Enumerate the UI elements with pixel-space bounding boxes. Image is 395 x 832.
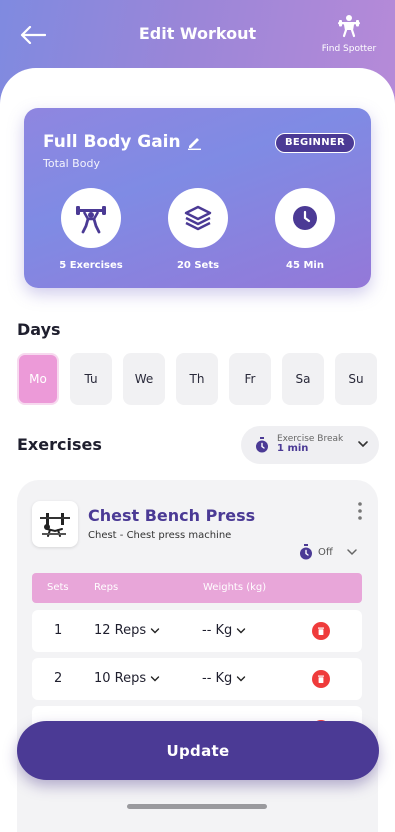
workout-title-row: Full Body Gain <box>43 132 202 152</box>
exercise-thumbnail <box>32 501 78 547</box>
exercise-equipment: Chest - Chest press machine <box>88 530 232 541</box>
weight-value: -- Kg <box>202 671 233 686</box>
chevron-down-icon <box>347 549 357 556</box>
chevron-down-icon <box>237 675 246 681</box>
level-badge: BEGINNER <box>274 133 355 153</box>
stopwatch-icon <box>300 544 312 560</box>
col-reps: Reps <box>94 582 119 593</box>
workout-summary-card: Full Body Gain Total Body BEGINNER 5 Exe… <box>24 108 371 288</box>
stat-sets: 20 Sets <box>153 188 243 271</box>
set-number: 2 <box>54 671 63 686</box>
exercise-timer-toggle[interactable]: Off <box>299 544 358 560</box>
day-mo[interactable]: Mo <box>17 353 59 405</box>
day-we[interactable]: We <box>123 353 165 405</box>
stat-exercises-circle <box>61 188 121 248</box>
sets-table-header: Sets Reps Weights (kg) <box>32 573 362 603</box>
reps-dropdown[interactable]: 12 Reps <box>94 623 160 638</box>
day-th[interactable]: Th <box>176 353 218 405</box>
day-fr[interactable]: Fr <box>229 353 271 405</box>
spotter-icon <box>338 15 360 38</box>
stat-sets-circle <box>168 188 228 248</box>
table-row: 1 12 Reps -- Kg <box>32 610 362 652</box>
weight-dropdown[interactable]: -- Kg <box>202 623 246 638</box>
workout-category: Total Body <box>43 157 100 170</box>
day-su[interactable]: Su <box>335 353 377 405</box>
trash-icon <box>318 627 324 635</box>
delete-set-button[interactable] <box>312 622 330 640</box>
stat-duration: 45 Min <box>260 188 350 271</box>
update-button[interactable]: Update <box>17 721 379 780</box>
chevron-down-icon <box>358 441 368 448</box>
stat-exercises-label: 5 Exercises <box>59 260 123 271</box>
day-selector: Mo Tu We Th Fr Sa Su <box>17 353 377 405</box>
col-sets: Sets <box>47 582 69 593</box>
trash-icon <box>318 675 324 683</box>
bench-press-icon <box>40 513 70 537</box>
stopwatch-icon <box>256 437 268 453</box>
table-row: 2 10 Reps -- Kg <box>32 658 362 700</box>
chevron-down-icon <box>150 627 160 633</box>
exercise-timer-label: Off <box>318 546 333 558</box>
clock-icon <box>293 206 317 230</box>
layers-icon <box>184 205 212 231</box>
days-heading: Days <box>17 320 61 339</box>
exercise-break-value: 1 min <box>277 443 309 455</box>
stat-sets-label: 20 Sets <box>176 260 220 271</box>
workout-name: Full Body Gain <box>43 132 181 152</box>
weight-dropdown[interactable]: -- Kg <box>202 671 246 686</box>
exercises-heading: Exercises <box>17 435 102 454</box>
chevron-down-icon <box>150 675 160 681</box>
weightlifter-icon <box>76 206 106 234</box>
reps-value: 10 Reps <box>94 671 147 686</box>
find-spotter-label: Find Spotter <box>321 44 377 54</box>
day-sa[interactable]: Sa <box>282 353 324 405</box>
day-tu[interactable]: Tu <box>70 353 112 405</box>
exercise-name: Chest Bench Press <box>88 506 256 525</box>
home-indicator <box>127 804 267 809</box>
col-weights: Weights (kg) <box>203 582 267 593</box>
chevron-down-icon <box>237 627 246 633</box>
weight-value: -- Kg <box>202 623 233 638</box>
delete-set-button[interactable] <box>312 670 330 688</box>
edit-pencil-icon[interactable] <box>187 135 202 150</box>
set-number: 1 <box>54 623 63 638</box>
reps-value: 12 Reps <box>94 623 147 638</box>
stat-duration-circle <box>275 188 335 248</box>
exercise-break-dropdown[interactable]: Exercise Break 1 min <box>241 426 379 464</box>
reps-dropdown[interactable]: 10 Reps <box>94 671 160 686</box>
more-vertical-icon[interactable] <box>354 500 366 522</box>
find-spotter-button[interactable]: Find Spotter <box>317 14 381 54</box>
stat-duration-label: 45 Min <box>286 260 324 271</box>
stat-exercises: 5 Exercises <box>46 188 136 271</box>
